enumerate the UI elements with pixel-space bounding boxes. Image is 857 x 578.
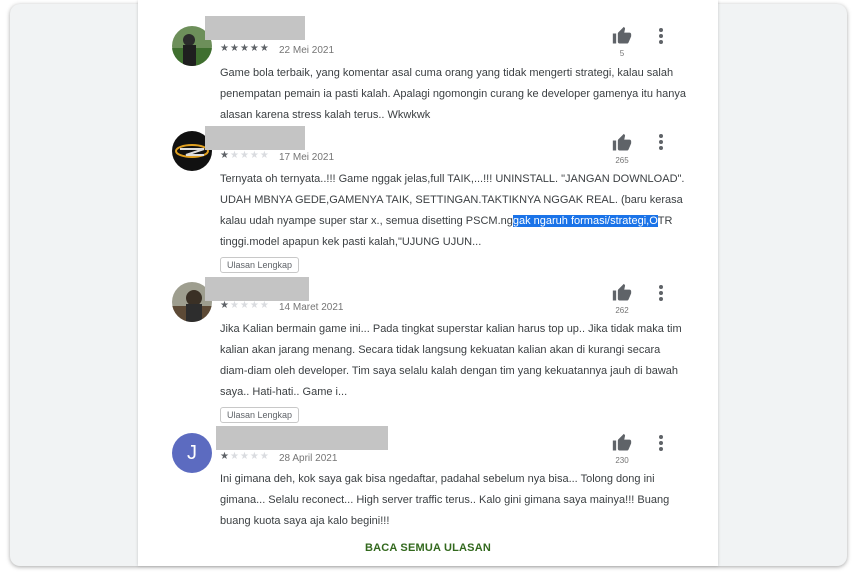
full-review-button[interactable]: Ulasan Lengkap [220,257,300,273]
star-empty-icon: ★ [249,300,260,311]
star-filled-icon: ★ [259,43,270,54]
review-date: 17 Mei 2021 [279,152,335,163]
rating-stars: ★★★★★ [220,43,270,55]
thumbs-up-icon[interactable] [611,26,633,46]
like-count: 265 [615,156,629,165]
review-text: Jika Kalian bermain game ini... Pada tin… [220,323,682,398]
thumbs-up-icon[interactable] [611,133,633,153]
rating-stars: ★★★★★ [220,300,270,312]
full-review-button[interactable]: Ulasan Lengkap [220,407,300,423]
star-empty-icon: ★ [259,451,270,462]
rating-stars: ★★★★★ [220,150,270,162]
selected-text: gak ngaruh formasi/strategi,O [512,215,658,227]
star-filled-icon: ★ [239,43,250,54]
star-filled-icon: ★ [229,43,240,54]
star-filled-icon: ★ [249,43,260,54]
review-text: Ternyata oh ternyata..!!! Game nggak jel… [220,169,688,253]
star-empty-icon: ★ [229,300,240,311]
review-date: 22 Mei 2021 [279,45,335,56]
star-empty-icon: ★ [229,150,240,161]
like-count: 5 [619,49,625,58]
star-filled-icon: ★ [220,300,230,311]
reviewer-name-redacted [216,426,388,450]
star-empty-icon: ★ [239,300,250,311]
more-vert-icon[interactable] [653,432,669,454]
reviewer-avatar: J [172,433,212,473]
star-filled-icon: ★ [220,150,230,161]
star-filled-icon: ★ [220,451,230,462]
thumbs-up-icon[interactable] [611,283,633,303]
more-vert-icon[interactable] [653,131,669,153]
reviews-card: ★★★★★ 22 Mei 2021 Game bola terbaik, yan… [138,0,718,566]
review-date: 14 Maret 2021 [279,302,344,313]
reviewer-name-redacted [205,277,309,301]
more-vert-icon[interactable] [653,25,669,47]
star-empty-icon: ★ [239,451,250,462]
review-text: Ini gimana deh, kok saya gak bisa ngedaf… [220,473,670,527]
reviewer-name-redacted [205,126,305,150]
review-text: Game bola terbaik, yang komentar asal cu… [220,67,686,121]
like-count: 230 [615,456,629,465]
rating-stars: ★★★★★ [220,451,270,463]
star-empty-icon: ★ [239,150,250,161]
star-empty-icon: ★ [229,451,240,462]
star-empty-icon: ★ [259,300,270,311]
star-empty-icon: ★ [249,451,260,462]
review-date: 28 April 2021 [279,453,338,464]
star-empty-icon: ★ [249,150,260,161]
star-empty-icon: ★ [259,150,270,161]
like-count: 262 [615,306,629,315]
thumbs-up-icon[interactable] [611,433,633,453]
more-vert-icon[interactable] [653,282,669,304]
star-filled-icon: ★ [220,43,230,54]
reviewer-name-redacted [205,16,305,40]
read-all-reviews-link[interactable]: BACA SEMUA ULASAN [138,542,718,554]
